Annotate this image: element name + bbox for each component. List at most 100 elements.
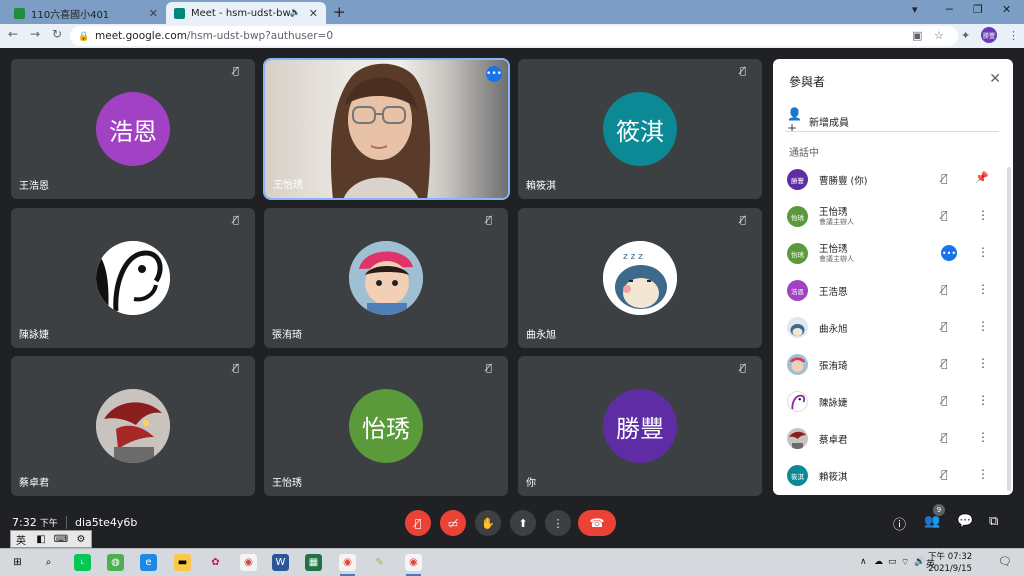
mic-off-icon: 🎙̸ <box>233 66 240 77</box>
more-options-button[interactable]: ⋮ <box>545 510 571 536</box>
participant-tile[interactable]: 🎙̸ 張洧琦 <box>264 208 508 348</box>
close-tab-icon[interactable]: ✕ <box>149 7 158 20</box>
file-explorer-icon[interactable]: ▬ <box>174 554 191 571</box>
browser-tab-classroom[interactable]: 110六喜國小401 ✕ <box>6 2 166 24</box>
back-button[interactable]: ← <box>8 27 18 41</box>
participant-tile[interactable]: 🎙̸ z z z 曲永旭 <box>518 208 762 348</box>
more-vert-icon[interactable]: ⋮ <box>977 393 989 407</box>
close-tab-icon[interactable]: ✕ <box>309 7 318 20</box>
participant-row[interactable]: 怡琇 王怡琇 會議主辦人 🎙̸ ⋮ <box>773 198 1005 235</box>
participant-tile[interactable]: 🎙̸ 浩恩 王浩恩 <box>11 59 255 199</box>
add-people-label: 新增成員 <box>809 117 849 129</box>
mic-off-icon: 🎙̸ <box>486 215 493 226</box>
mic-off-icon: 🎙̸ <box>740 66 747 77</box>
ime-settings-icon[interactable]: ⚙ <box>71 534 91 545</box>
participant-row[interactable]: 勝豐 曹勝豐 (你) 🎙̸ 📌 <box>773 161 1005 198</box>
minimize-button[interactable]: ─ <box>946 3 953 16</box>
edge-browser-icon[interactable]: e <box>140 554 157 571</box>
more-options-icon[interactable]: ••• <box>486 66 502 82</box>
mic-off-icon: 🎙̸ <box>740 215 747 226</box>
extensions-icon[interactable]: ✦ <box>961 29 970 42</box>
bookmark-star-icon[interactable]: ☆ <box>934 29 944 42</box>
close-panel-button[interactable]: ✕ <box>989 71 1001 87</box>
camera-blocked-icon[interactable]: ▣ <box>912 29 922 42</box>
forward-button[interactable]: → <box>30 27 40 41</box>
notifications-icon[interactable]: 🗨 <box>998 555 1012 568</box>
new-tab-button[interactable]: + <box>333 3 346 21</box>
activities-icon[interactable]: ⧉ <box>989 514 998 529</box>
chrome-icon[interactable]: ◉ <box>240 554 257 571</box>
participant-row[interactable]: 怡琇 王怡琇 會議主辦人 ••• ⋮ <box>773 235 1005 272</box>
tab-search-icon[interactable]: ▾ <box>912 3 918 16</box>
battery-icon[interactable]: ▭ <box>888 557 897 567</box>
meeting-details-icon[interactable]: ⓘ <box>893 514 906 533</box>
avatar <box>787 317 808 338</box>
mic-off-icon: 🎙̸ <box>941 320 948 333</box>
participant-row[interactable]: 浩恩 王浩恩 🎙̸ ⋮ <box>773 272 1005 309</box>
volume-icon[interactable]: 🔊 <box>914 557 925 567</box>
chat-icon[interactable]: 💬 <box>957 514 973 529</box>
lock-icon[interactable]: 🔒 <box>78 32 89 42</box>
line-app-icon[interactable]: L <box>74 554 91 571</box>
more-vert-icon[interactable]: ⋮ <box>977 245 989 259</box>
chrome-window-icon[interactable]: ◉ <box>405 554 422 576</box>
leave-call-button[interactable]: ☎ <box>578 510 616 536</box>
search-icon[interactable]: ⌕ <box>40 554 57 571</box>
more-vert-icon[interactable]: ⋮ <box>977 319 989 333</box>
pin-icon[interactable]: 📌 <box>975 171 989 184</box>
word-app-icon[interactable]: W <box>272 554 289 571</box>
drawing-app-icon[interactable]: ✎ <box>371 554 388 571</box>
participant-row[interactable]: 張洧琦 🎙̸ ⋮ <box>773 346 1005 383</box>
present-screen-button[interactable]: ⬆ <box>510 510 536 536</box>
browser-tab-meet[interactable]: Meet - hsm-udst-bwp 🔈 ✕ <box>166 2 326 24</box>
maximize-button[interactable]: ❐ <box>973 3 983 16</box>
more-vert-icon[interactable]: ⋮ <box>977 430 989 444</box>
self-tile[interactable]: 🎙̸ 勝豐 你 <box>518 356 762 496</box>
participant-name: 張洧琦 <box>819 361 848 372</box>
classroom-favicon-icon <box>14 7 25 19</box>
reload-button[interactable]: ↻ <box>52 27 62 41</box>
more-vert-icon[interactable]: ⋮ <box>977 208 989 222</box>
participant-name: 陳詠婕 <box>819 398 848 409</box>
ime-halfwidth-icon[interactable]: ◧ <box>31 534 51 545</box>
participant-name: 王怡琇 <box>273 180 303 191</box>
participant-tile[interactable]: 🎙̸ 怡琇 王怡琇 <box>264 356 508 496</box>
paint-app-icon[interactable]: ✿ <box>207 554 224 571</box>
more-vert-icon[interactable]: ⋮ <box>977 467 989 481</box>
participant-row[interactable]: 筱淇 賴筱淇 🎙̸ ⋮ <box>773 457 1005 494</box>
participant-row[interactable]: 陳詠婕 🎙̸ ⋮ <box>773 383 1005 420</box>
network-icon[interactable]: ⌔ <box>901 557 909 568</box>
more-vert-icon[interactable]: ⋮ <box>977 356 989 370</box>
participant-tile[interactable]: 🎙̸ 陳詠婕 <box>11 208 255 348</box>
tray-expand-icon[interactable]: ∧ <box>860 557 867 567</box>
ime-symbol-icon[interactable]: ⌨ <box>51 534 71 545</box>
panel-scrollbar[interactable] <box>1007 167 1011 491</box>
windows-start-icon[interactable]: ⊞ <box>9 554 26 571</box>
avatar-initials: 浩恩 <box>791 287 804 296</box>
avatar-initials: 筱淇 <box>791 472 804 481</box>
raise-hand-button[interactable]: ✋ <box>475 510 501 536</box>
participant-tile[interactable]: 🎙̸ 蔡卓君 <box>11 356 255 496</box>
speaker-icon[interactable]: 🔈 <box>290 8 301 18</box>
address-bar[interactable]: 🔒 meet.google.com/hsm-udst-bwp?authuser=… <box>70 26 958 46</box>
bird-drawing-icon <box>791 394 806 410</box>
toggle-camera-button[interactable]: ▭̸ <box>440 510 466 536</box>
participant-row[interactable]: 蔡卓君 🎙̸ ⋮ <box>773 420 1005 457</box>
participant-tile-video[interactable]: ••• 王怡琇 <box>263 58 510 200</box>
chrome-window-icon[interactable]: ◉ <box>339 554 356 576</box>
toggle-mic-button[interactable]: 🎙̸ <box>405 510 431 536</box>
close-window-button[interactable]: ✕ <box>1002 3 1011 16</box>
people-icon[interactable]: 👥 <box>924 514 940 529</box>
profile-avatar[interactable]: 勝豐 <box>981 27 997 43</box>
onedrive-icon[interactable]: ☁ <box>874 557 883 567</box>
taskbar-clock[interactable]: 下午 07:32 2021/9/15 <box>928 551 972 575</box>
participant-tile[interactable]: 🎙̸ 筱淇 賴筱淇 <box>518 59 762 199</box>
phone-app-icon[interactable]: ◍ <box>107 554 124 571</box>
avatar <box>96 241 170 315</box>
ime-language-toggle[interactable]: 英 <box>11 532 31 547</box>
more-vert-icon[interactable]: ⋮ <box>977 282 989 296</box>
browser-menu-icon[interactable]: ⋮ <box>1008 29 1019 42</box>
sheets-app-icon[interactable]: ▦ <box>305 554 322 571</box>
participant-row[interactable]: 曲永旭 🎙̸ ⋮ <box>773 309 1005 346</box>
section-label: 通話中 <box>789 148 819 159</box>
